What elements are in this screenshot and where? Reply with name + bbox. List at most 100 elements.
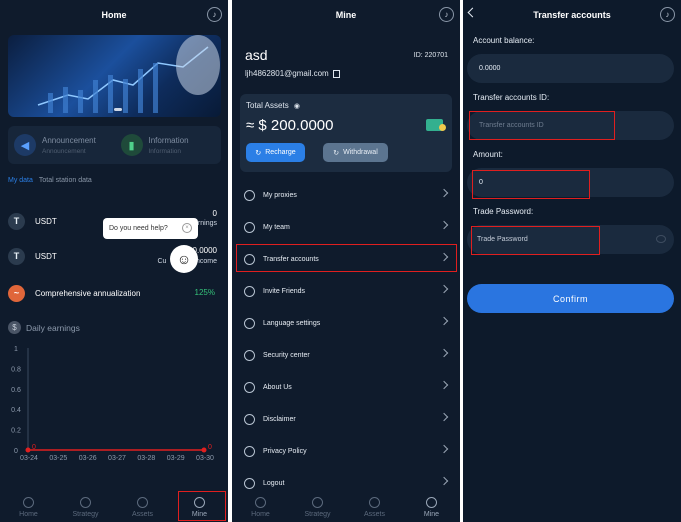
nav-assets[interactable]: Assets xyxy=(114,492,171,522)
banner-pager-dot[interactable] xyxy=(114,108,122,111)
menu-item-my-team[interactable]: My team xyxy=(240,214,453,240)
chevron-right-icon xyxy=(439,380,449,390)
nav-assets[interactable]: Assets xyxy=(346,492,403,522)
nav-home[interactable]: Home xyxy=(0,492,57,522)
strategy-icon xyxy=(80,496,91,508)
tether-icon: T xyxy=(8,247,25,265)
balance-value: 0.0000 xyxy=(479,65,501,72)
tab-total-station-data[interactable]: Total station data xyxy=(39,177,92,184)
help-text: Do you need help? xyxy=(109,225,168,232)
mine-header: Mine ♪ xyxy=(232,0,460,30)
highlight-transfer-id xyxy=(469,111,615,140)
recharge-button[interactable]: ↻ Recharge xyxy=(246,143,305,162)
page-title: Mine xyxy=(335,10,357,20)
highlight-amount xyxy=(472,170,590,199)
assets-icon xyxy=(137,496,148,508)
chevron-right-icon xyxy=(439,476,449,486)
x-tick-label: 03-25 xyxy=(49,455,67,462)
chevron-right-icon xyxy=(439,188,449,198)
menu-item-privacy-policy[interactable]: Privacy Policy xyxy=(240,438,453,464)
information-tile[interactable]: ▮ Information Information xyxy=(115,126,222,164)
x-tick-label: 03-28 xyxy=(137,455,155,462)
y-tick-label: 0.6 xyxy=(11,387,21,394)
menu-item-language-settings[interactable]: Language settings xyxy=(240,310,453,336)
team-icon xyxy=(244,221,255,233)
withdraw-icon: ↻ xyxy=(333,149,340,157)
balance-label: Account balance: xyxy=(473,36,535,45)
strategy-icon xyxy=(312,496,323,508)
total-assets-value: ≈ $ 200.0000 xyxy=(246,117,334,134)
home-icon xyxy=(23,496,34,508)
menu-item-about-us[interactable]: About Us xyxy=(240,374,453,400)
data-point xyxy=(201,447,207,453)
x-tick-label: 03-27 xyxy=(108,455,126,462)
bell-icon[interactable]: ♪ xyxy=(207,7,222,22)
transfer-header: Transfer accounts ♪ xyxy=(463,0,681,30)
information-subtitle: Information xyxy=(148,147,182,155)
assets-icon xyxy=(369,496,380,508)
announcement-tile[interactable]: ◀ Announcement Announcement xyxy=(8,126,115,164)
highlight-transfer-accounts xyxy=(236,244,457,272)
x-tick-label: 03-24 xyxy=(20,455,38,462)
user-email: ljh4862801@gmail.com xyxy=(245,69,340,78)
total-assets-card: Total Assets ◉ ≈ $ 200.0000 ↻ Recharge ↻ W… xyxy=(240,94,452,172)
user-icon xyxy=(426,496,437,508)
transfer-screen: Transfer accounts ♪ Account balance: 0.0… xyxy=(463,0,681,522)
help-bubble[interactable]: Do you need help? × xyxy=(103,218,198,239)
menu-item-security-center[interactable]: Security center xyxy=(240,342,453,368)
announcement-title: Announcement xyxy=(42,135,96,145)
chart-title: $ Daily earnings xyxy=(8,321,80,334)
disclaimer-icon xyxy=(244,413,255,425)
megaphone-icon: ◀ xyxy=(14,134,36,156)
copy-icon[interactable] xyxy=(332,69,340,78)
row-value: 0 xyxy=(212,209,217,218)
nav-strategy[interactable]: Strategy xyxy=(57,492,114,522)
support-agent-button[interactable]: ☺ xyxy=(170,245,198,273)
feature-row: ◀ Announcement Announcement ▮ Informatio… xyxy=(8,126,221,164)
back-arrow-icon[interactable] xyxy=(467,7,478,18)
nav-strategy[interactable]: Strategy xyxy=(289,492,346,522)
chevron-right-icon xyxy=(439,412,449,422)
menu-item-my-proxies[interactable]: My proxies xyxy=(240,182,453,208)
bar-chart-icon: ▮ xyxy=(120,134,143,156)
language-icon xyxy=(244,317,255,329)
user-id: ID: 220701 xyxy=(413,52,448,59)
highlight-trade-password xyxy=(471,226,600,255)
data-point xyxy=(25,447,31,453)
nav-mine[interactable]: Mine xyxy=(403,492,460,522)
bell-icon[interactable]: ♪ xyxy=(660,7,675,22)
info-icon xyxy=(244,381,255,393)
withdrawal-button[interactable]: ↻ Withdrawal xyxy=(323,143,388,162)
tab-my-data[interactable]: My data xyxy=(8,177,33,184)
amount-label: Amount: xyxy=(473,150,503,159)
total-assets-label: Total Assets ◉ xyxy=(246,101,301,110)
mine-screen: Mine ♪ asd ID: 220701 ljh4862801@gmail.c… xyxy=(232,0,460,522)
chevron-right-icon xyxy=(439,444,449,454)
page-title: Home xyxy=(101,10,127,20)
nav-home[interactable]: Home xyxy=(232,492,289,522)
menu-item-invite-friends[interactable]: Invite Friends xyxy=(240,278,453,304)
home-screen: Home ♪ ◀ Announcement Announcement ▮ Inf… xyxy=(0,0,228,522)
chevron-right-icon xyxy=(439,220,449,230)
y-tick-label: 0.2 xyxy=(11,428,21,435)
eye-icon[interactable]: ◉ xyxy=(294,103,300,110)
trend-icon: ~ xyxy=(8,284,25,302)
row-label: Comprehensive annualization xyxy=(35,288,141,298)
trade-password-label: Trade Password: xyxy=(473,207,534,216)
data-label: 0 xyxy=(208,444,212,451)
confirm-button[interactable]: Confirm xyxy=(467,284,674,313)
announcement-subtitle: Announcement xyxy=(42,147,86,155)
bottom-nav: Home Strategy Assets Mine xyxy=(232,492,460,522)
home-banner[interactable] xyxy=(8,35,221,117)
chevron-right-icon xyxy=(439,284,449,294)
menu-item-disclaimer[interactable]: Disclaimer xyxy=(240,406,453,432)
eye-icon[interactable] xyxy=(656,235,666,243)
page-title: Transfer accounts xyxy=(533,10,611,20)
close-icon[interactable]: × xyxy=(182,223,192,233)
y-tick-label: 0.8 xyxy=(11,366,21,373)
row-sublabel-left: Cu xyxy=(157,258,167,265)
row-value: 125% xyxy=(194,288,215,297)
x-tick-label: 03-30 xyxy=(196,455,214,462)
bell-icon[interactable]: ♪ xyxy=(439,7,454,22)
highlight-mine-tab xyxy=(178,491,226,521)
